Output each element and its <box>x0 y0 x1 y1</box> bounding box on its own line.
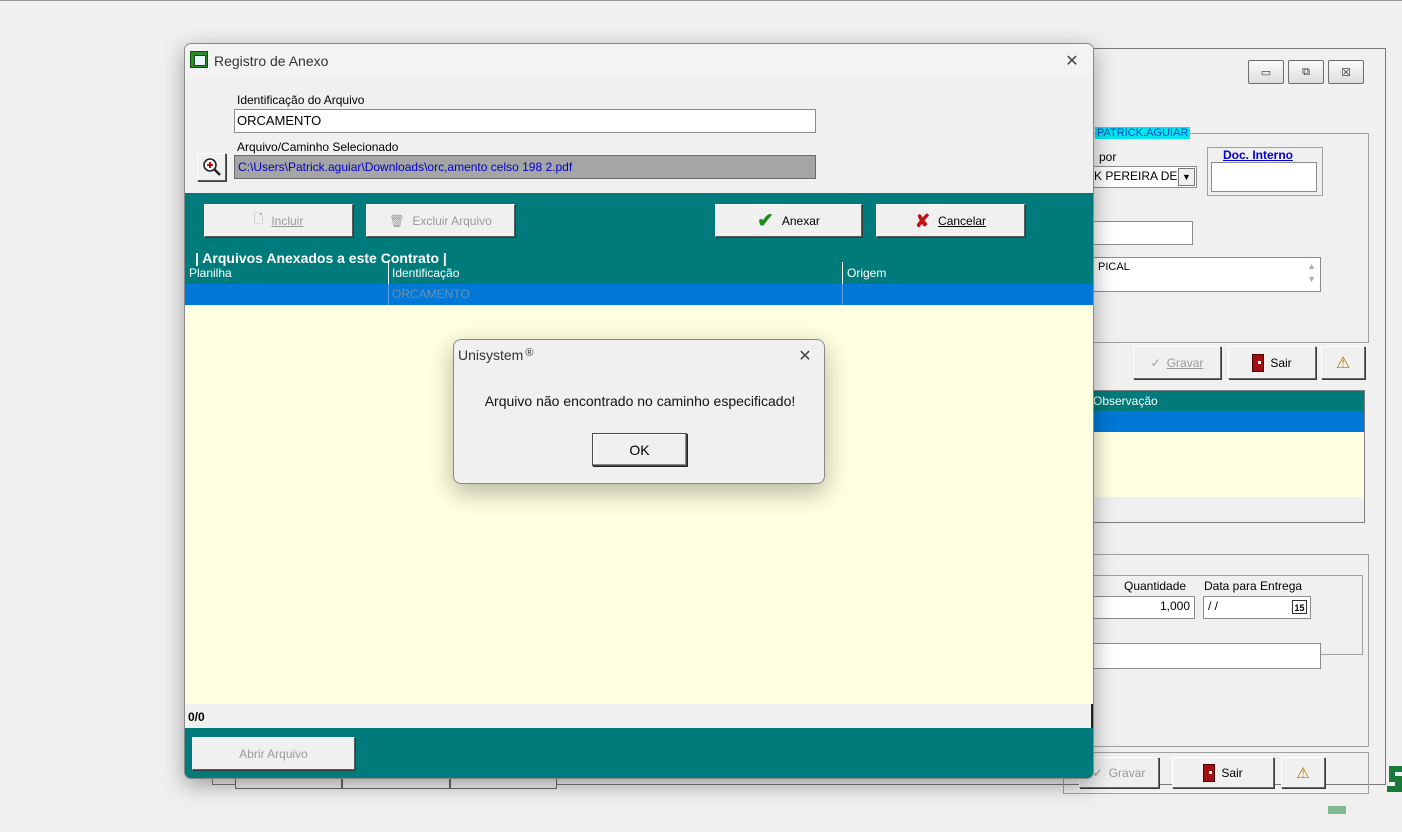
app-icon <box>190 51 208 68</box>
brand-logo-shadow <box>1328 806 1346 814</box>
ok-label: OK <box>629 441 650 458</box>
abrir-label: Abrir Arquivo <box>239 746 308 761</box>
close-button[interactable]: ☒ <box>1328 60 1364 84</box>
quantidade-label: Quantidade <box>1124 579 1187 593</box>
cell-separator <box>842 284 843 305</box>
observacao-selected-row[interactable] <box>1084 411 1364 432</box>
bottom-check-icon: ✓ <box>1092 765 1103 780</box>
data-entrega-field[interactable]: / / 15 <box>1203 596 1311 619</box>
grid-status-bar: 0/0 <box>185 704 1093 728</box>
ident-field[interactable]: ORCAMENTO <box>234 109 816 133</box>
bottom-gravar-label: Gravar <box>1108 765 1146 780</box>
incluir-label: Incluir <box>271 213 304 228</box>
table-row[interactable]: ORCAMENTO <box>185 284 1093 305</box>
ok-button[interactable]: OK <box>592 433 687 466</box>
check-icon: ✓ <box>1150 355 1161 370</box>
close-icon: ☒ <box>1341 66 1351 79</box>
gravar-button[interactable]: ✓ Gravar <box>1133 346 1221 379</box>
help-button[interactable]: ⚠ <box>1321 346 1365 379</box>
observacao-grid: Observação <box>1083 390 1365 523</box>
message-box-title-text: Unisystem <box>458 347 524 363</box>
ident-label: Identificação do Arquivo <box>237 93 365 107</box>
column-header-planilha[interactable]: Planilha <box>189 266 232 280</box>
bottom-sair-button[interactable]: Sair <box>1172 757 1274 788</box>
browse-button[interactable] <box>197 153 226 181</box>
record-count: 0/0 <box>188 710 205 724</box>
cell-separator <box>388 284 389 305</box>
dialog-title: Registro de Anexo <box>214 53 329 69</box>
doc-interno-label: Doc. Interno <box>1223 148 1294 162</box>
incluir-button[interactable]: 🗋 Incluir <box>204 204 353 237</box>
grid-header-row: Planilha Identificação Origem <box>185 262 1093 284</box>
registered-mark: ® <box>525 347 534 359</box>
anexar-label: Anexar <box>781 213 820 228</box>
memo-value: PICAL <box>1098 261 1130 273</box>
help-icon: ⚠ <box>1335 354 1351 372</box>
observacao-grid-body[interactable] <box>1084 432 1364 497</box>
cancelar-button[interactable]: ✘ Cancelar <box>876 204 1025 237</box>
window-controls: ▭ ⧉ ☒ <box>1248 60 1364 84</box>
dialog-titlebar: Registro de Anexo ✕ <box>185 44 1093 78</box>
memo-field[interactable]: PICAL ▲ ▼ <box>1093 257 1321 292</box>
bottom-help-button[interactable]: ⚠ <box>1281 757 1325 788</box>
close-icon: ✕ <box>798 348 812 365</box>
user-group-title: PATRICK.AGUIAR <box>1095 127 1191 139</box>
doc-interno-field[interactable] <box>1211 162 1317 192</box>
brand-logo-icon <box>1387 766 1402 792</box>
por-value: K PEREIRA DE <box>1094 169 1178 183</box>
dialog-footer: Abrir Arquivo <box>185 728 1093 778</box>
excluir-label: Excluir Arquivo <box>412 213 492 228</box>
anexar-button[interactable]: ✔ Anexar <box>715 204 862 237</box>
por-label: por <box>1099 150 1117 164</box>
dialog-toolbar: 🗋 Incluir 🗑 Excluir Arquivo ✔ Anexar ✘ Cance… <box>185 193 1093 251</box>
screen-top-border <box>0 0 1402 1</box>
message-box: Unisystem ® ✕ Arquivo não encontrado no c… <box>453 339 825 484</box>
column-separator <box>842 262 843 284</box>
cancelar-label: Cancelar <box>938 213 987 228</box>
excluir-button[interactable]: 🗑 Excluir Arquivo <box>366 204 515 237</box>
restore-icon: ⧉ <box>1302 65 1310 78</box>
column-header-identificacao[interactable]: Identificação <box>392 266 459 280</box>
path-label: Arquivo/Caminho Selecionado <box>237 140 399 154</box>
observacao-header: Observação <box>1084 391 1364 411</box>
status-edge <box>1091 704 1093 728</box>
close-icon: ✕ <box>1065 53 1079 70</box>
message-box-title: Unisystem ® <box>458 347 533 363</box>
gravar-label: Gravar <box>1166 355 1204 370</box>
data-entrega-value: / / <box>1208 599 1219 613</box>
zoom-in-icon <box>203 158 221 176</box>
cell-identificacao: ORCAMENTO <box>392 287 470 301</box>
exit-door-icon <box>1252 353 1265 372</box>
bottom-help-icon: ⚠ <box>1296 764 1310 782</box>
sair-button[interactable]: Sair <box>1228 346 1316 379</box>
dropdown-arrow-icon[interactable]: ▼ <box>1178 168 1195 186</box>
bottom-sair-label: Sair <box>1221 765 1243 780</box>
item-text-field[interactable] <box>1093 643 1321 669</box>
memo-scroll-arrows-icon[interactable]: ▲ ▼ <box>1307 260 1316 286</box>
minimize-button[interactable]: ▭ <box>1248 60 1284 84</box>
restore-button[interactable]: ⧉ <box>1288 60 1324 84</box>
path-field[interactable]: C:\Users\Patrick.aguiar\Downloads\orc,am… <box>234 155 816 179</box>
quantidade-field[interactable]: 1,000 <box>1093 596 1195 619</box>
data-entrega-label: Data para Entrega <box>1204 579 1303 593</box>
sair-label: Sair <box>1270 355 1292 370</box>
text-field[interactable] <box>1093 221 1193 245</box>
brand-logo-fragment <box>1385 763 1402 795</box>
dialog-close-button[interactable]: ✕ <box>1057 49 1087 73</box>
trash-icon: 🗑 <box>389 213 405 228</box>
checkmark-icon: ✔ <box>757 209 774 232</box>
new-file-icon: 🗋 <box>253 212 264 226</box>
abrir-arquivo-button[interactable]: Abrir Arquivo <box>192 737 355 770</box>
calendar-icon[interactable]: 15 <box>1292 600 1307 614</box>
message-text: Arquivo não encontrado no caminho especi… <box>484 393 796 409</box>
por-select[interactable]: K PEREIRA DE ▼ <box>1091 166 1197 188</box>
message-box-close-button[interactable]: ✕ <box>790 344 820 368</box>
bottom-exit-door-icon <box>1203 763 1216 782</box>
column-header-origem[interactable]: Origem <box>847 266 886 280</box>
minimize-icon: ▭ <box>1260 66 1272 79</box>
column-separator <box>388 262 389 284</box>
cancel-x-icon: ✘ <box>914 210 931 231</box>
